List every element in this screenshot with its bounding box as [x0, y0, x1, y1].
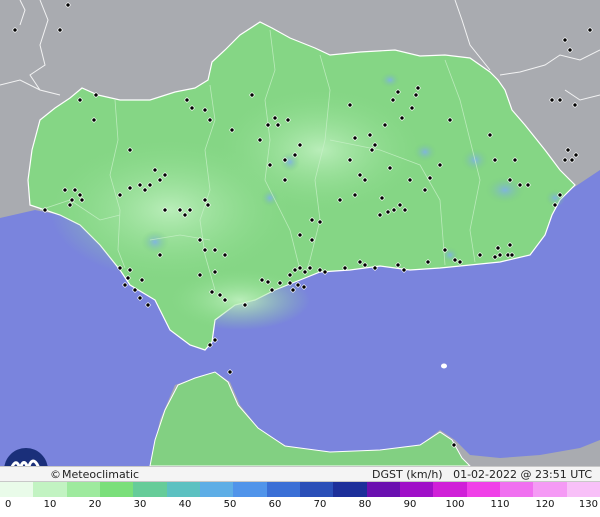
color-scale-labels: 0 10 20 30 40 50 60 70 80 90 100 110 120 130	[0, 497, 600, 517]
color-swatch	[33, 482, 67, 497]
color-swatch	[0, 482, 34, 497]
scale-label: 20	[88, 499, 102, 510]
brand-name: Meteoclimatic	[62, 468, 140, 481]
scale-label: 100	[445, 499, 465, 510]
scale-label: 40	[178, 499, 192, 510]
color-swatch	[199, 482, 234, 497]
color-swatch	[433, 482, 467, 497]
map-caption: DGST (km/h) 01-02-2022 @ 23:51 UTC	[372, 468, 592, 481]
color-scale-bar	[0, 482, 600, 497]
color-swatch	[399, 482, 434, 497]
color-swatch	[466, 482, 500, 497]
wind-gust-map[interactable]	[0, 0, 600, 466]
color-swatch	[333, 482, 367, 497]
color-swatch	[299, 482, 334, 497]
scale-label: 70	[313, 499, 327, 510]
scale-label: 10	[43, 499, 57, 510]
color-swatch	[133, 482, 167, 497]
color-swatch	[233, 482, 267, 497]
color-scale-legend: 0 10 20 30 40 50 60 70 80 90 100 110 120 130	[0, 482, 600, 517]
color-swatch	[533, 482, 567, 497]
color-swatch	[566, 482, 600, 497]
brand-credit: ©Meteoclimatic	[50, 468, 139, 481]
color-swatch	[99, 482, 134, 497]
scale-label: 80	[358, 499, 372, 510]
copyright-symbol: ©	[50, 468, 61, 481]
color-swatch	[366, 482, 400, 497]
scale-label: 30	[133, 499, 147, 510]
scale-label: 0	[5, 499, 12, 510]
scale-label: 120	[535, 499, 555, 510]
scale-label: 90	[403, 499, 417, 510]
alboran-island	[441, 363, 447, 369]
info-bar: ©Meteoclimatic DGST (km/h) 01-02-2022 @ …	[0, 466, 600, 482]
color-swatch	[166, 482, 200, 497]
color-swatch	[499, 482, 534, 497]
color-swatch	[266, 482, 300, 497]
scale-label: 50	[223, 499, 237, 510]
scale-label: 130	[578, 499, 598, 510]
scale-label: 60	[268, 499, 282, 510]
scale-label: 110	[490, 499, 510, 510]
color-swatch	[66, 482, 100, 497]
